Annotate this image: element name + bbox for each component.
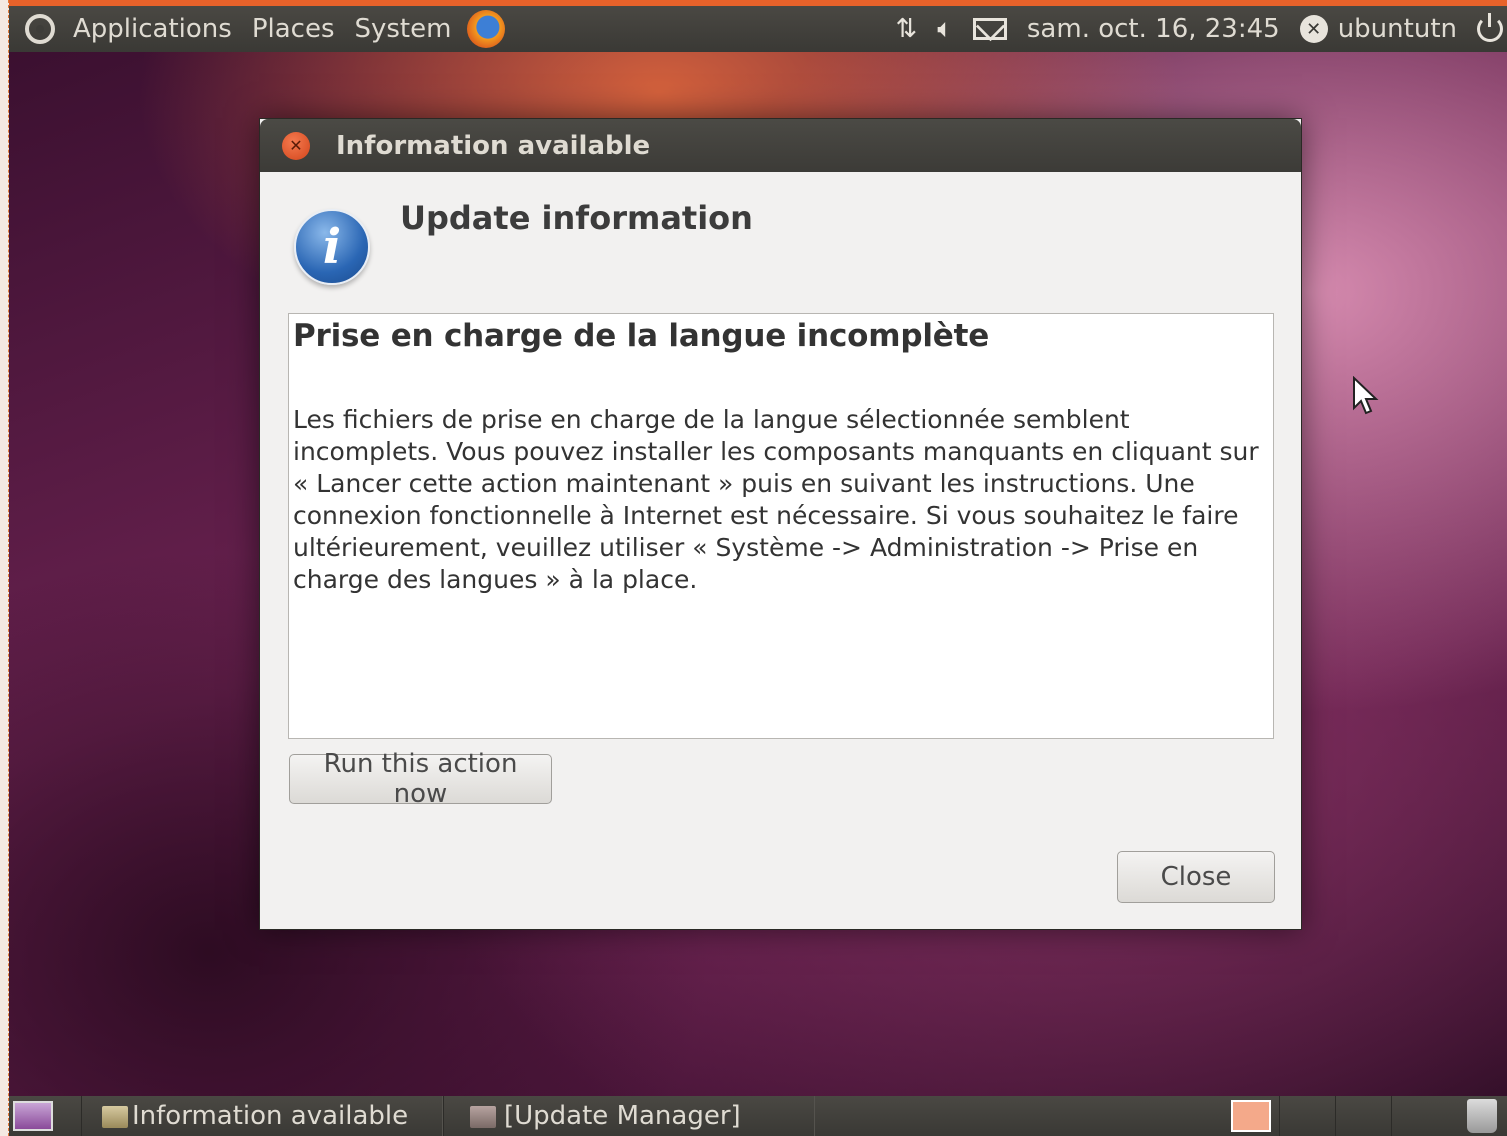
mouse-cursor-icon: [1353, 376, 1379, 415]
mail-icon[interactable]: [972, 18, 1007, 40]
workspace-4[interactable]: [1391, 1096, 1447, 1136]
window-icon: [470, 1106, 496, 1128]
workspace-switcher: [1223, 1096, 1447, 1136]
task-label: [Update Manager]: [504, 1101, 741, 1131]
menu-places[interactable]: Places: [252, 14, 335, 44]
dialog-heading: Update information: [400, 199, 753, 237]
volume-icon[interactable]: 🔈︎: [937, 14, 953, 45]
ubuntu-logo-icon[interactable]: [25, 14, 55, 44]
power-icon[interactable]: [1477, 13, 1503, 42]
menu-system[interactable]: System: [355, 14, 452, 44]
task-label: Information available: [132, 1101, 409, 1131]
user-status-icon[interactable]: ✕: [1299, 15, 1328, 43]
left-border-strip: [0, 0, 9, 1136]
task-update-manager[interactable]: [Update Manager]: [443, 1096, 815, 1136]
network-icon[interactable]: ⇅: [895, 14, 917, 44]
task-information-available[interactable]: Information available: [81, 1096, 443, 1136]
top-panel: Applications Places System ⇅ 🔈︎ sam. oct…: [9, 6, 1507, 52]
bottom-panel: Information available [Update Manager]: [9, 1096, 1507, 1136]
window-close-icon[interactable]: ✕: [282, 131, 310, 160]
workspace-1[interactable]: [1231, 1100, 1271, 1132]
firefox-icon[interactable]: [467, 10, 506, 48]
details-textbox[interactable]: Prise en charge de la langue incomplète …: [288, 313, 1274, 739]
information-dialog: ✕ Information available i Update informa…: [259, 118, 1302, 930]
trash-icon[interactable]: [1467, 1099, 1497, 1133]
details-body: Les fichiers de prise en charge de la la…: [293, 405, 1259, 594]
workspace-2[interactable]: [1279, 1096, 1335, 1136]
window-icon: [102, 1106, 128, 1128]
show-desktop-icon[interactable]: [13, 1101, 53, 1131]
close-button[interactable]: Close: [1117, 851, 1275, 903]
clock[interactable]: sam. oct. 16, 23:45: [1027, 14, 1280, 44]
username[interactable]: ubuntutn: [1338, 14, 1457, 44]
details-title: Prise en charge de la langue incomplète: [293, 318, 990, 354]
dialog-titlebar[interactable]: ✕ Information available: [260, 119, 1301, 172]
workspace-3[interactable]: [1335, 1096, 1391, 1136]
menu-applications[interactable]: Applications: [73, 14, 232, 44]
system-tray: ⇅ 🔈︎ sam. oct. 16, 23:45 ✕ ubuntutn: [895, 6, 1507, 52]
main-menu: Applications Places System: [9, 6, 506, 52]
dialog-title: Information available: [336, 130, 651, 161]
info-icon: i: [294, 209, 370, 285]
run-action-button[interactable]: Run this action now: [289, 749, 552, 809]
